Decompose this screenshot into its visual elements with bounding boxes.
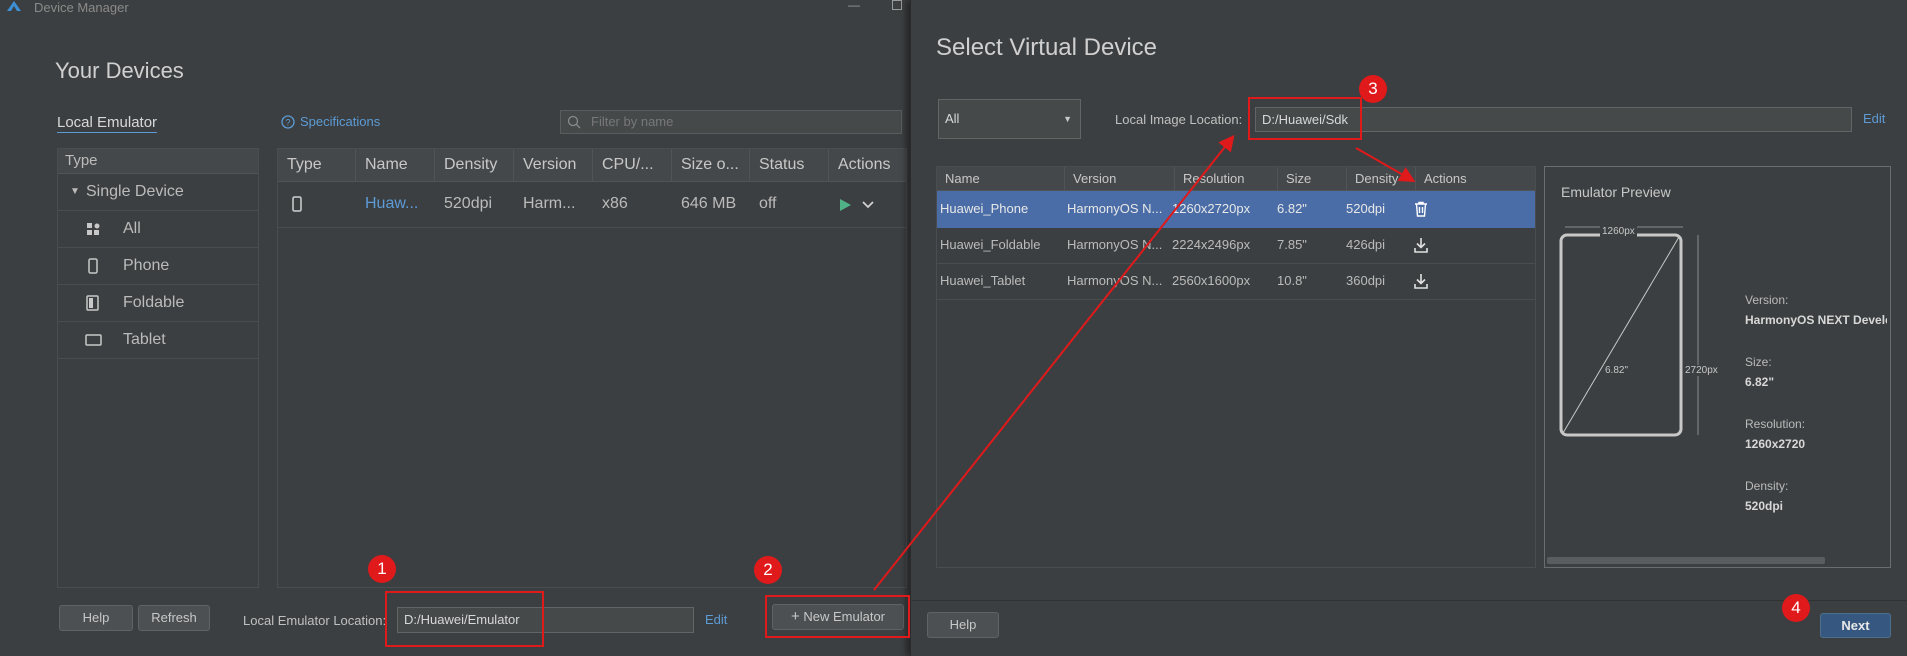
annotation-arrows <box>873 134 1416 591</box>
annotation-badge-3: 3 <box>1359 75 1387 103</box>
annotation-badge-4: 4 <box>1782 594 1810 622</box>
annotation-badge-1: 1 <box>368 555 396 583</box>
annotation-badge-2: 2 <box>754 556 782 584</box>
